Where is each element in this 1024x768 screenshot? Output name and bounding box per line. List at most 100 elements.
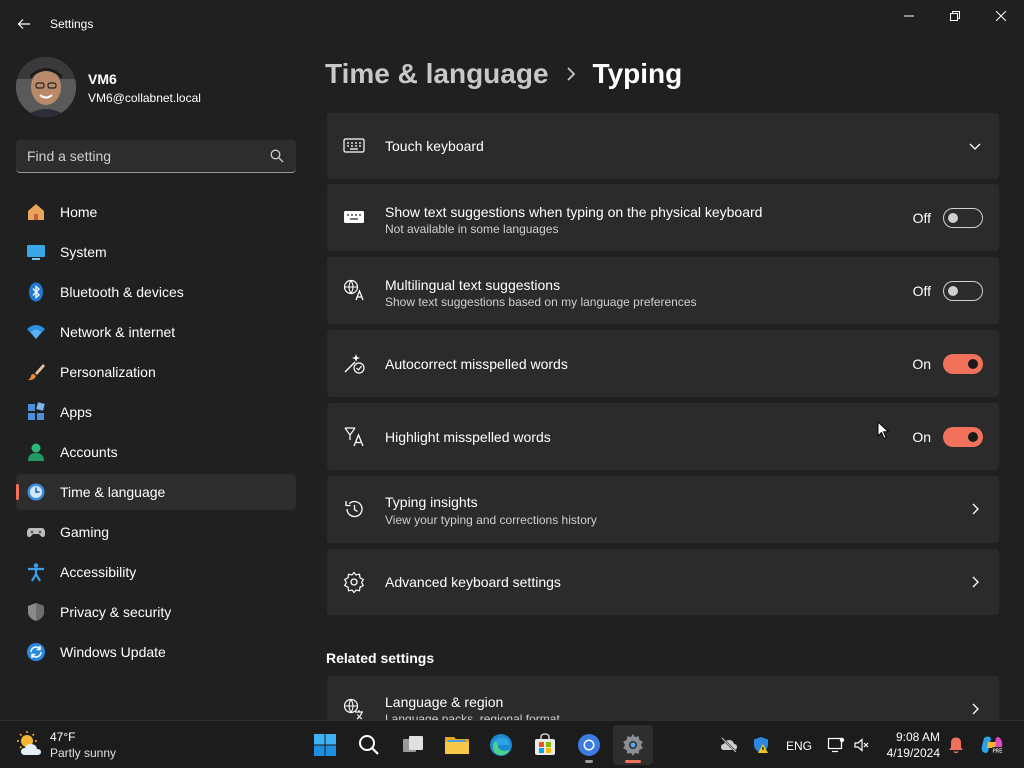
setting-subtitle: Not available in some languages [385,222,559,236]
tray-security-button[interactable] [751,735,771,755]
back-arrow-icon [17,19,30,29]
settings-icon [623,734,643,756]
setting-subtitle: View your typing and corrections history [385,513,597,527]
search-icon[interactable] [270,149,284,163]
security-warning-icon [754,737,768,753]
toggle-state-label: Off [912,283,931,299]
toggle-state-label: On [912,356,931,372]
store-icon [535,733,555,755]
keyboard-icon [343,138,365,153]
sidebar-item-label: Home [60,204,98,220]
language-region-icon [343,698,363,720]
setting-language-region[interactable]: Language & region Language packs, region… [327,676,999,720]
sidebar-item-label: Windows Update [60,644,166,660]
copilot-icon: PRE [981,736,1003,755]
edge-button[interactable] [481,725,521,765]
setting-title: Autocorrect misspelled words [385,356,568,372]
apps-icon [28,402,45,420]
sidebar-item-personalization[interactable]: Personalization [16,354,296,390]
autocorrect-toggle[interactable] [943,354,983,374]
mouse-cursor-icon [877,421,889,440]
sidebar-item-apps[interactable]: Apps [16,394,296,430]
sidebar-item-bluetooth[interactable]: Bluetooth & devices [16,274,296,310]
start-button[interactable] [305,725,345,765]
windows-start-icon [314,734,336,756]
search-box[interactable] [16,140,296,173]
sidebar-item-gaming[interactable]: Gaming [16,514,296,550]
chevron-down-icon[interactable] [967,138,983,154]
tray-volume-button[interactable] [852,735,872,755]
task-view-button[interactable] [393,725,433,765]
back-button[interactable] [12,12,36,36]
task-view-icon [403,736,423,752]
setting-advanced-keyboard[interactable]: Advanced keyboard settings [327,549,999,615]
close-button[interactable] [978,0,1024,32]
tray-network-button[interactable] [719,735,739,755]
system-icon [27,245,45,260]
svg-text:PRE: PRE [993,749,1003,755]
input-language-indicator[interactable]: ENG [786,739,812,753]
breadcrumb: Time & language Typing [325,58,682,90]
text-suggestions-toggle[interactable] [943,208,983,228]
sidebar-item-label: Bluetooth & devices [60,284,184,300]
user-name: VM6 [88,71,117,87]
copilot-button[interactable]: PRE [980,735,1004,755]
sidebar-item-time-language[interactable]: Time & language [16,474,296,510]
bluetooth-icon [29,282,43,302]
sidebar-item-label: Time & language [60,484,166,500]
page-title: Typing [592,58,683,89]
sidebar-item-windows-update[interactable]: Windows Update [16,634,296,670]
setting-subtitle: Language packs, regional format [385,713,560,720]
tray-display-button[interactable] [826,735,846,755]
setting-title: Multilingual text suggestions [385,277,561,293]
related-settings-heading: Related settings [326,650,435,666]
gear-icon [343,571,365,593]
chevron-right-icon [972,703,979,715]
settings-taskbar-button[interactable] [613,725,653,765]
setting-text-suggestions: Show text suggestions when typing on the… [327,184,999,251]
sidebar-item-home[interactable]: Home [16,194,296,230]
search-input[interactable] [16,140,266,172]
history-icon [345,500,363,518]
sidebar-item-accounts[interactable]: Accounts [16,434,296,470]
taskbar-search-button[interactable] [349,725,389,765]
sidebar-item-label: Accessibility [60,564,137,580]
weather-description: Partly sunny [50,746,117,760]
avatar [16,57,76,117]
store-button[interactable] [525,725,565,765]
setting-title: Touch keyboard [385,138,484,154]
setting-title: Highlight misspelled words [385,429,551,445]
notifications-button[interactable] [946,735,966,755]
app-title: Settings [50,17,94,31]
setting-title: Typing insights [385,494,478,510]
brush-icon [28,364,45,381]
sidebar-item-system[interactable]: System [16,234,296,270]
chrome-button[interactable] [569,725,609,765]
sidebar-item-label: Personalization [60,364,156,380]
clock-date[interactable]: 4/19/2024 [887,746,940,760]
language-suggestions-icon [343,279,364,301]
setting-touch-keyboard[interactable]: Touch keyboard [327,113,999,179]
file-explorer-button[interactable] [437,725,477,765]
highlight-misspelled-toggle[interactable] [943,427,983,447]
breadcrumb-parent[interactable]: Time & language [325,58,549,90]
sidebar-item-privacy[interactable]: Privacy & security [16,594,296,630]
setting-title: Language & region [385,694,504,710]
restore-button[interactable] [932,0,978,32]
sidebar-item-label: System [60,244,107,260]
shield-icon [28,603,44,621]
setting-autocorrect: Autocorrect misspelled words On [327,330,999,397]
setting-typing-insights[interactable]: Typing insights View your typing and cor… [327,476,999,543]
toggle-state-label: Off [912,210,931,226]
running-indicator [585,760,593,763]
minimize-button[interactable] [886,0,932,32]
sidebar-item-accessibility[interactable]: Accessibility [16,554,296,590]
volume-muted-icon [854,738,869,752]
sidebar-item-label: Network & internet [60,324,176,340]
multilingual-suggestions-toggle[interactable] [943,281,983,301]
sidebar-item-network[interactable]: Network & internet [16,314,296,350]
clock-time[interactable]: 9:08 AM [896,730,940,744]
chevron-right-icon [972,576,979,588]
chevron-right-icon [566,67,575,81]
sidebar-item-label: Gaming [60,524,110,540]
